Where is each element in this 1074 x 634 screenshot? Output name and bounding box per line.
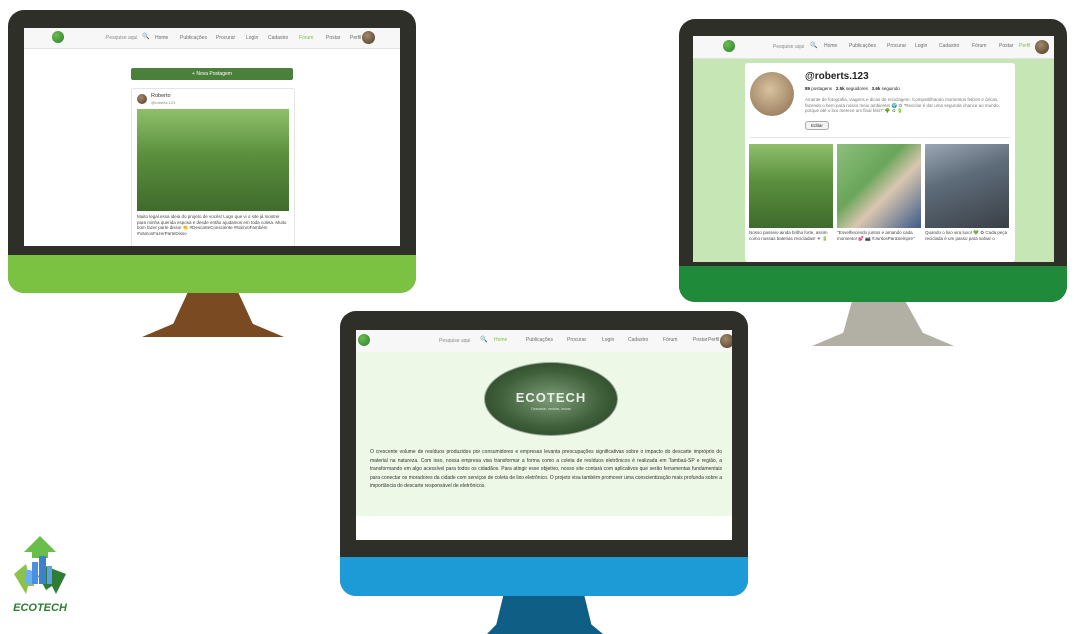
right-nav-avatar[interactable] (1035, 40, 1049, 54)
post-author-avatar[interactable] (137, 94, 147, 104)
left-navbar: Pesquise aqui 🔍 Home Publicações Procura… (24, 28, 400, 49)
profile-avatar[interactable] (750, 72, 794, 116)
left-monitor-stand (142, 293, 284, 337)
following-count: 3.6k (871, 86, 881, 91)
right-navbar: Pesquise aqui 🔍 Home Publicações Procura… (693, 36, 1054, 59)
bottom-navbar: Pesquise aqui 🔍 Home Publicações Procura… (356, 330, 732, 353)
bottom-monitor: Pesquise aqui 🔍 Home Publicações Procura… (340, 311, 748, 596)
right-nav-perfil[interactable]: Perfil (1019, 43, 1030, 49)
ecotech-hero-banner: ECOTECH Descartar, reciclar, inovar (484, 362, 618, 436)
gallery-image-3[interactable] (925, 144, 1009, 228)
bottom-nav-avatar[interactable] (720, 334, 732, 348)
bottom-nav-logo-icon[interactable] (358, 334, 370, 346)
post-author-handle: @roberts.123 (151, 100, 176, 105)
bottom-monitor-chin (340, 557, 748, 596)
left-nav-cadastro[interactable]: Cadastro (268, 35, 288, 41)
right-nav-procurar[interactable]: Procurar (887, 43, 906, 49)
left-monitor-chin (8, 255, 416, 293)
followers-label: seguidores (845, 86, 868, 91)
profile-bio: Amante de fotografia, viagens e dicas de… (805, 97, 1000, 113)
gallery-caption-2: "Envelhecendo juntos e amando cada momen… (837, 230, 915, 241)
right-nav-cadastro[interactable]: Cadastro (939, 43, 959, 49)
bottom-nav-postar[interactable]: Postar (693, 337, 707, 343)
profile-stats: 89 postagens 2.5k seguidores 3.6k seguin… (805, 86, 900, 91)
recycle-city-icon (14, 536, 66, 594)
right-monitor: Pesquise aqui 🔍 Home Publicações Procura… (679, 19, 1067, 302)
left-nav-publicacoes[interactable]: Publicações (180, 35, 207, 41)
ecotech-logo-text: ECOTECH (13, 602, 67, 614)
bottom-nav-perfil[interactable]: Perfil (708, 337, 719, 343)
left-nav-perfil[interactable]: Perfil (350, 35, 361, 41)
hero-subtitle: Descartar, reciclar, inovar (531, 407, 571, 411)
left-search-icon[interactable]: 🔍 (142, 33, 149, 40)
left-nav-login[interactable]: Login (246, 35, 258, 41)
gallery-image-1[interactable] (749, 144, 833, 228)
post-caption: Muito legal essa ideia do projeto de voc… (137, 214, 287, 236)
post-image (137, 109, 289, 211)
following-label: seguindo (881, 86, 900, 91)
right-monitor-chin (679, 266, 1067, 302)
left-nav-avatar[interactable] (362, 31, 375, 44)
right-nav-publicacoes[interactable]: Publicações (849, 43, 876, 49)
bottom-nav-login[interactable]: Login (602, 337, 614, 343)
bottom-nav-home[interactable]: Home (494, 337, 507, 343)
left-monitor: Pesquise aqui 🔍 Home Publicações Procura… (8, 10, 416, 293)
post-author-name[interactable]: Roberto (151, 93, 171, 99)
right-monitor-screen: Pesquise aqui 🔍 Home Publicações Procura… (693, 36, 1054, 262)
left-nav-forum[interactable]: Fórum (299, 35, 313, 41)
gallery-caption-1: Nosso passeio ainda brilha forte, assim … (749, 230, 828, 241)
post-card: Roberto @roberts.123 Muito legal essa id… (131, 88, 295, 246)
profile-divider (750, 137, 1010, 138)
left-nav-postar[interactable]: Postar (326, 35, 340, 41)
left-nav-procurar[interactable]: Procurar (216, 35, 235, 41)
left-nav-logo-icon[interactable] (52, 31, 64, 43)
bottom-nav-forum[interactable]: Fórum (663, 337, 677, 343)
hero-title: ECOTECH (515, 390, 587, 405)
followers-count: 2.5k (835, 86, 845, 91)
right-nav-home[interactable]: Home (824, 43, 837, 49)
right-search-icon[interactable]: 🔍 (810, 42, 817, 49)
gallery-image-2[interactable] (837, 144, 921, 228)
bottom-monitor-stand (487, 596, 603, 634)
ecotech-brand-logo: ECOTECH (4, 530, 76, 626)
bottom-nav-cadastro[interactable]: Cadastro (628, 337, 648, 343)
right-nav-forum[interactable]: Fórum (972, 43, 986, 49)
gallery-caption-3: Quando o lixo vira luxo! 💚 ♻ Cada peça r… (925, 230, 1008, 241)
right-nav-logo-icon[interactable] (723, 40, 735, 52)
bottom-monitor-screen: Pesquise aqui 🔍 Home Publicações Procura… (356, 330, 732, 540)
right-search-input[interactable]: Pesquise aqui (773, 44, 804, 50)
posts-count: 89 (805, 86, 811, 91)
left-monitor-screen: Pesquise aqui 🔍 Home Publicações Procura… (24, 28, 400, 246)
bottom-search-icon[interactable]: 🔍 (480, 336, 487, 343)
home-content: ECOTECH Descartar, reciclar, inovar O cr… (356, 352, 732, 516)
bottom-search-input[interactable]: Pesquise aqui (439, 338, 470, 344)
right-nav-login[interactable]: Login (915, 43, 927, 49)
home-description: O crescente volume de resíduos produzido… (370, 449, 722, 489)
profile-card: @roberts.123 89 postagens 2.5k seguidore… (745, 63, 1015, 262)
edit-profile-button[interactable]: Editar (805, 121, 829, 130)
right-monitor-stand (812, 302, 954, 346)
bottom-nav-procurar[interactable]: Procurar (567, 337, 586, 343)
new-post-button[interactable]: + Nova Postagem (131, 68, 293, 80)
bottom-nav-publicacoes[interactable]: Publicações (526, 337, 553, 343)
left-nav-home[interactable]: Home (155, 35, 168, 41)
posts-label: postagens (811, 86, 833, 91)
left-search-input[interactable]: Pesquise aqui (106, 35, 137, 41)
right-nav-postar[interactable]: Postar (999, 43, 1013, 49)
profile-username: @roberts.123 (805, 71, 869, 82)
